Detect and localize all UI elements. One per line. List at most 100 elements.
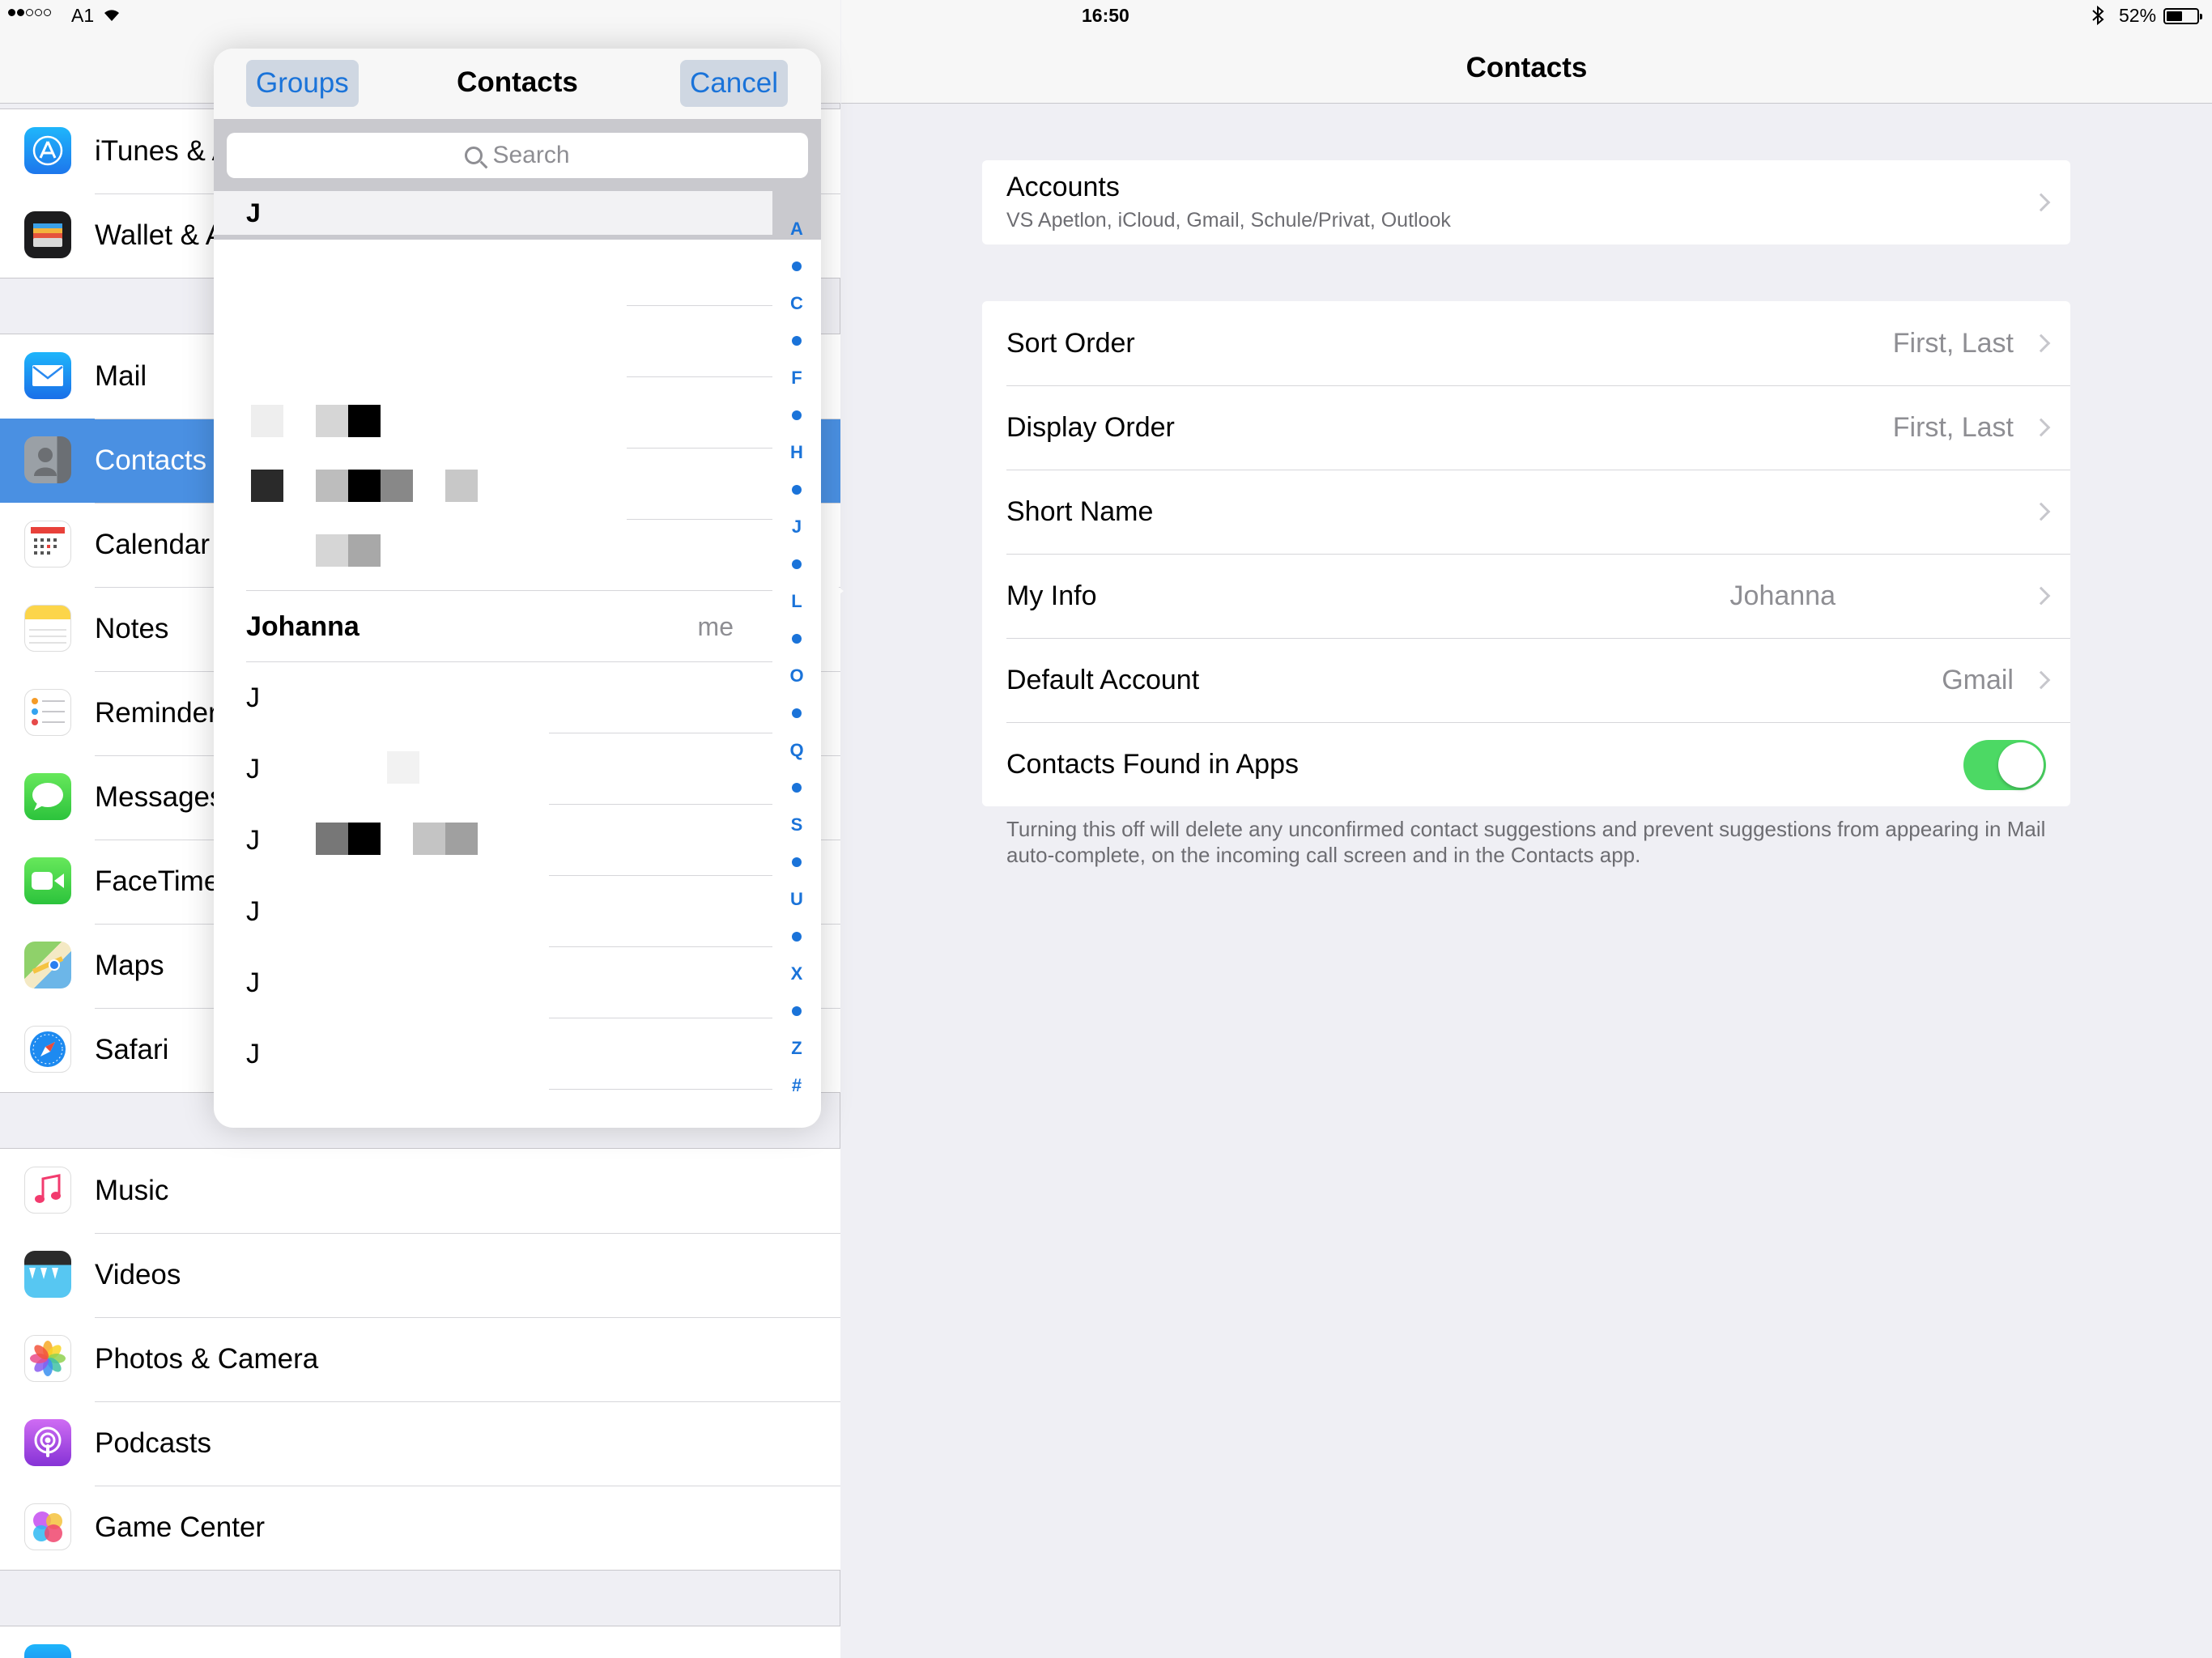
index-letter[interactable]: U <box>790 881 803 918</box>
list-item[interactable]: J <box>246 662 772 733</box>
index-dot <box>792 932 802 942</box>
sidebar-item-label: Calendar <box>95 529 211 560</box>
music-icon <box>24 1167 71 1214</box>
mail-icon <box>24 352 71 399</box>
sidebar-group-next <box>0 1626 840 1658</box>
me-badge: me <box>697 611 734 641</box>
search-input[interactable]: Search <box>227 133 808 178</box>
toggle-knob <box>1998 742 2044 788</box>
chevron-right-icon <box>2031 193 2051 212</box>
my-contact-row[interactable]: Johanna me <box>246 591 772 662</box>
default-account-row[interactable]: Default Account Gmail <box>982 638 2070 722</box>
index-letter[interactable]: A <box>790 210 803 248</box>
row-label: Default Account <box>1006 664 1200 695</box>
index-dot <box>792 634 802 644</box>
index-letter[interactable]: C <box>790 285 803 322</box>
contact-name: J <box>246 1038 260 1069</box>
reminders-icon <box>24 689 71 736</box>
index-letter[interactable]: F <box>791 359 802 397</box>
sidebar-item-label: Mail <box>95 360 147 392</box>
list-item[interactable] <box>246 306 772 377</box>
messages-icon <box>24 773 71 820</box>
list-item[interactable] <box>246 377 772 449</box>
contacts-found-in-apps-toggle[interactable] <box>1963 740 2046 790</box>
index-letter[interactable]: O <box>789 657 803 695</box>
index-dot <box>792 485 802 495</box>
index-letter[interactable]: L <box>791 583 802 620</box>
sidebar-item-music[interactable]: Music <box>0 1149 840 1233</box>
short-name-row[interactable]: Short Name <box>982 470 2070 554</box>
section-index-bar[interactable]: A C F H J L O Q S U X Z # <box>781 210 813 1109</box>
videos-icon <box>24 1251 71 1298</box>
index-dot <box>792 708 802 718</box>
contact-name: J <box>246 753 260 784</box>
sidebar-item-label: iTunes & A <box>95 135 231 167</box>
cancel-button[interactable]: Cancel <box>680 60 788 107</box>
list-item[interactable]: J <box>246 876 772 947</box>
contacts-settings-group: Sort Order First, Last Display Order Fir… <box>982 301 2070 806</box>
wallet-icon <box>24 211 71 258</box>
notes-icon <box>24 605 71 652</box>
game-center-icon <box>24 1503 71 1550</box>
list-item[interactable] <box>246 449 772 520</box>
search-icon <box>465 147 483 164</box>
chevron-right-icon <box>2031 586 2051 606</box>
sidebar-item-label: Game Center <box>95 1511 266 1543</box>
row-label: Contacts Found in Apps <box>1006 748 1300 780</box>
list-item[interactable]: J <box>246 805 772 876</box>
sidebar-item-label: Contacts <box>95 444 207 476</box>
sidebar-item-label: Photos & Camera <box>95 1343 319 1375</box>
accounts-row[interactable]: Accounts VS Apetlon, iCloud, Gmail, Schu… <box>982 160 2070 244</box>
index-letter[interactable]: S <box>791 806 803 844</box>
maps-icon <box>24 942 71 988</box>
index-letter[interactable]: J <box>792 508 802 546</box>
wifi-icon <box>102 5 121 28</box>
sidebar-item-label: Safari <box>95 1034 169 1065</box>
calendar-icon <box>24 521 71 568</box>
list-item[interactable]: J <box>246 947 772 1018</box>
index-dot <box>792 857 802 867</box>
row-value: Johanna <box>1729 580 1836 611</box>
contacts-found-in-apps-row: Contacts Found in Apps <box>982 722 2070 806</box>
display-order-row[interactable]: Display Order First, Last <box>982 385 2070 470</box>
chevron-right-icon <box>2031 418 2051 437</box>
app-store-icon <box>24 127 71 174</box>
index-letter[interactable]: X <box>791 955 803 993</box>
sidebar-item-videos[interactable]: Videos <box>0 1233 840 1317</box>
index-letter[interactable]: H <box>790 434 803 471</box>
my-info-row[interactable]: My Info Johanna <box>982 554 2070 638</box>
index-dot <box>792 1006 802 1016</box>
contact-name: J <box>246 967 260 998</box>
contacts-icon <box>24 436 71 483</box>
sidebar-item-podcasts[interactable]: Podcasts <box>0 1401 840 1486</box>
sidebar-item-label: Reminder <box>95 697 218 729</box>
index-letter[interactable]: Z <box>791 1030 802 1067</box>
row-label: Short Name <box>1006 495 1154 527</box>
list-item[interactable]: J <box>246 733 772 805</box>
list-item[interactable] <box>246 235 772 306</box>
carrier-name: A1 <box>71 5 95 26</box>
list-item[interactable]: J <box>246 1018 772 1090</box>
contact-name: J <box>246 824 260 856</box>
index-dot <box>792 261 802 271</box>
chevron-right-icon <box>2031 334 2051 353</box>
index-letter[interactable]: # <box>792 1067 802 1104</box>
sidebar-item-label: Podcasts <box>95 1427 211 1459</box>
bluetooth-icon <box>2091 5 2105 31</box>
contact-name: J <box>246 895 260 927</box>
contact-name: J <box>246 682 260 713</box>
sort-order-row[interactable]: Sort Order First, Last <box>982 301 2070 385</box>
index-dot <box>792 783 802 793</box>
footer-note: Turning this off will delete any unconfi… <box>1006 817 2046 867</box>
index-letter[interactable]: Q <box>789 732 803 769</box>
list-item[interactable] <box>246 520 772 591</box>
row-label: My Info <box>1006 580 1097 611</box>
sidebar-item-game-center[interactable]: Game Center <box>0 1486 840 1570</box>
contacts-settings-pane: Contacts Accounts VS Apetlon, iCloud, Gm… <box>841 0 2212 1658</box>
status-bar: A1 16:50 52% <box>0 0 2212 32</box>
row-value: First, Last <box>1892 327 2014 359</box>
sidebar-item-label: FaceTime <box>95 865 220 897</box>
sidebar-group-media: Music Videos Photos & Camera Podcasts Ga… <box>0 1148 840 1571</box>
battery-icon <box>2163 8 2202 24</box>
sidebar-item-photos[interactable]: Photos & Camera <box>0 1317 840 1401</box>
